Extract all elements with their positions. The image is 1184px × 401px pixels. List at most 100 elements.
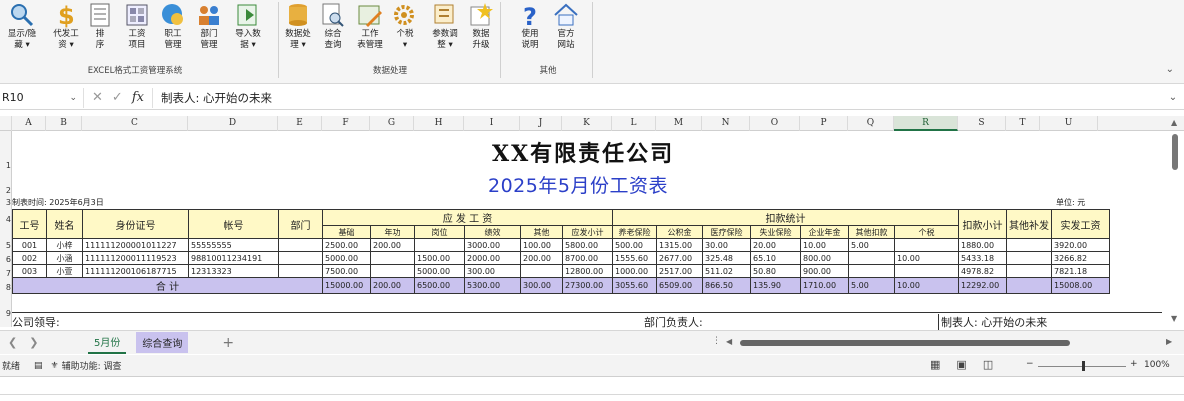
name-box-dropdown-icon[interactable]: ⌄ bbox=[69, 93, 77, 103]
column-header-O[interactable]: O bbox=[750, 116, 800, 131]
ribbon-button-12[interactable]: 参数调 整 ▾ bbox=[428, 0, 462, 62]
name-box[interactable]: R10 ⌄ bbox=[0, 87, 84, 108]
cell-value[interactable]: 7500.00 bbox=[322, 264, 371, 278]
cell-value[interactable]: 1000.00 bbox=[612, 264, 657, 278]
column-header-Q[interactable]: Q bbox=[848, 116, 894, 131]
cell-value[interactable] bbox=[370, 264, 415, 278]
ribbon-button-5[interactable]: 职工 管理 bbox=[158, 0, 188, 62]
cell-value[interactable]: 20.00 bbox=[750, 238, 801, 252]
cell-value[interactable]: 3920.00 bbox=[1051, 238, 1110, 252]
ribbon-button-3[interactable]: 排 序 bbox=[86, 0, 114, 62]
cell-value[interactable]: 1500.00 bbox=[414, 251, 465, 265]
insert-function-icon[interactable]: fx bbox=[132, 90, 144, 105]
column-header-G[interactable]: G bbox=[370, 116, 414, 131]
page-break-view-icon[interactable]: ◫ bbox=[983, 358, 993, 371]
row-header-8[interactable]: 8 bbox=[0, 283, 12, 292]
cell-value[interactable]: 500.00 bbox=[612, 238, 657, 252]
total-value[interactable]: 866.50 bbox=[702, 277, 751, 294]
cell-emp-id[interactable]: 002 bbox=[12, 251, 47, 265]
cell-value[interactable]: 2500.00 bbox=[322, 238, 371, 252]
header-id-card[interactable]: 身份证号 bbox=[82, 209, 189, 239]
cell-value[interactable]: 7821.18 bbox=[1051, 264, 1110, 278]
total-value[interactable]: 12292.00 bbox=[958, 277, 1007, 294]
prev-sheet-icon[interactable]: ❮ bbox=[8, 336, 17, 349]
cell-id-card[interactable]: 111111200011119523 bbox=[82, 251, 189, 265]
add-sheet-icon[interactable]: + bbox=[222, 335, 234, 351]
column-header-S[interactable]: S bbox=[958, 116, 1006, 131]
header-deduct-subtotal[interactable]: 扣款小计 bbox=[958, 209, 1007, 239]
total-value[interactable]: 1710.00 bbox=[800, 277, 849, 294]
column-header-R[interactable]: R bbox=[894, 116, 958, 131]
cell-value[interactable]: 2677.00 bbox=[656, 251, 703, 265]
cell-value[interactable]: 325.48 bbox=[702, 251, 751, 265]
column-header-H[interactable]: H bbox=[414, 116, 464, 131]
total-value[interactable]: 200.00 bbox=[370, 277, 415, 294]
row-header-5[interactable]: 5 bbox=[0, 241, 12, 250]
column-header-B[interactable]: B bbox=[46, 116, 82, 131]
ribbon-button-6[interactable]: 部门 管理 bbox=[194, 0, 224, 62]
column-header-L[interactable]: L bbox=[612, 116, 656, 131]
column-header-M[interactable]: M bbox=[656, 116, 702, 131]
subheader-cell[interactable]: 企业年金 bbox=[800, 225, 849, 239]
total-value[interactable]: 6500.00 bbox=[414, 277, 465, 294]
cell-name[interactable]: 小萱 bbox=[46, 264, 83, 278]
ribbon-button-11[interactable]: 个税 ▾ bbox=[390, 0, 420, 62]
cell-emp-id[interactable]: 001 bbox=[12, 238, 47, 252]
zoom-knob[interactable] bbox=[1082, 361, 1085, 371]
macro-record-icon[interactable]: ▤ bbox=[34, 361, 43, 371]
cell-value[interactable]: 100.00 bbox=[520, 238, 563, 252]
cell-value[interactable]: 900.00 bbox=[800, 264, 849, 278]
cell-value[interactable]: 50.80 bbox=[750, 264, 801, 278]
header-name[interactable]: 姓名 bbox=[46, 209, 83, 239]
cell-value[interactable]: 10.00 bbox=[894, 251, 959, 265]
vertical-scrollbar[interactable]: ▲ ▼ bbox=[1171, 118, 1181, 328]
cell-value[interactable]: 5800.00 bbox=[562, 238, 613, 252]
cell-value[interactable]: 4978.82 bbox=[958, 264, 1007, 278]
ribbon-button-2[interactable]: $ 代发工 资 ▾ bbox=[48, 0, 84, 62]
horizontal-scroll-thumb[interactable] bbox=[740, 340, 1070, 346]
ribbon-button-1[interactable]: 显示/隐 藏 ▾ bbox=[4, 0, 40, 62]
leader-signature[interactable]: 公司领导: bbox=[12, 314, 60, 330]
column-header-I[interactable]: I bbox=[464, 116, 520, 131]
subheader-cell[interactable]: 年功 bbox=[370, 225, 415, 239]
cell-value[interactable]: 5.00 bbox=[848, 238, 895, 252]
total-value[interactable]: 135.90 bbox=[750, 277, 801, 294]
row-header-9[interactable]: 9 bbox=[0, 309, 12, 318]
cell-value[interactable]: 1315.00 bbox=[656, 238, 703, 252]
zoom-level[interactable]: 100% bbox=[1144, 360, 1170, 370]
total-value[interactable]: 15008.00 bbox=[1051, 277, 1110, 294]
cell-emp-id[interactable]: 003 bbox=[12, 264, 47, 278]
subheader-cell[interactable]: 岗位 bbox=[414, 225, 465, 239]
horizontal-scrollbar[interactable]: ⋮ ◀ ▶ bbox=[712, 336, 1174, 347]
ribbon-button-15[interactable]: 官方 网站 bbox=[550, 0, 582, 62]
ribbon-collapse-icon[interactable]: ⌄ bbox=[1166, 64, 1174, 75]
cell-value[interactable]: 12800.00 bbox=[562, 264, 613, 278]
scroll-down-icon[interactable]: ▼ bbox=[1171, 314, 1177, 323]
header-net-pay[interactable]: 实发工资 bbox=[1051, 209, 1110, 239]
tab-may[interactable]: 5月份 bbox=[88, 331, 127, 354]
row-header-4[interactable]: 4 bbox=[0, 215, 12, 224]
total-value[interactable]: 6509.00 bbox=[656, 277, 703, 294]
cell-value[interactable]: 3266.82 bbox=[1051, 251, 1110, 265]
cell-value[interactable] bbox=[894, 264, 959, 278]
formula-input[interactable]: 制表人: 心开始の未来 bbox=[153, 90, 1162, 106]
column-header-J[interactable]: J bbox=[520, 116, 562, 131]
cell-value[interactable]: 1555.60 bbox=[612, 251, 657, 265]
cell-value[interactable]: 200.00 bbox=[520, 251, 563, 265]
row-header-7[interactable]: 7 bbox=[0, 269, 12, 278]
row-header-6[interactable]: 6 bbox=[0, 255, 12, 264]
total-value[interactable] bbox=[1006, 277, 1052, 294]
cell-name[interactable]: 小涵 bbox=[46, 251, 83, 265]
subheader-cell[interactable]: 基础 bbox=[322, 225, 371, 239]
cell-value[interactable]: 200.00 bbox=[370, 238, 415, 252]
subheader-cell[interactable]: 个税 bbox=[894, 225, 959, 239]
row-header-1[interactable]: 1 bbox=[0, 161, 12, 170]
ribbon-button-13[interactable]: 数据 升级 bbox=[466, 0, 496, 62]
next-sheet-icon[interactable]: ❯ bbox=[29, 336, 38, 349]
cell-value[interactable]: 2517.00 bbox=[656, 264, 703, 278]
column-header-N[interactable]: N bbox=[702, 116, 750, 131]
total-value[interactable]: 10.00 bbox=[894, 277, 959, 294]
subheader-cell[interactable]: 其他 bbox=[520, 225, 563, 239]
accessibility-icon[interactable]: ⚜ bbox=[51, 361, 59, 371]
cell-value[interactable] bbox=[894, 238, 959, 252]
